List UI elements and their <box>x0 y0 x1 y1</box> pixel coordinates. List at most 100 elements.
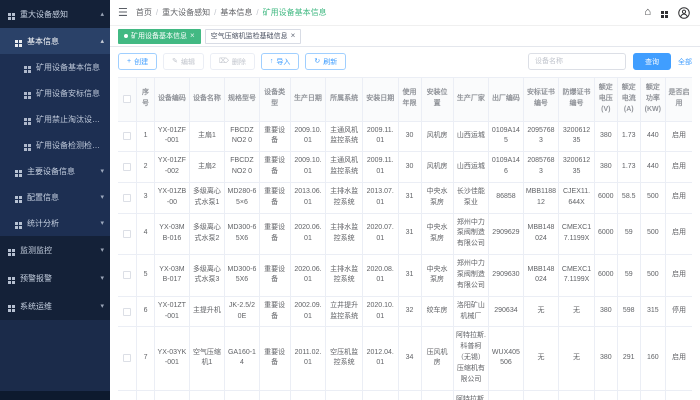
create-button[interactable]: +创建 <box>118 53 157 70</box>
row-checkbox[interactable] <box>123 308 131 316</box>
table-cell: 启用 <box>665 390 692 400</box>
device-table-wrap: 序号设备编码设备名称规格型号设备类型生产日期所属系统安装日期使用年限安装位置生产… <box>118 77 692 400</box>
tab-item[interactable]: 空气压缩机监检基础信息× <box>205 29 302 44</box>
table-cell: 59 <box>617 213 640 255</box>
edit-button[interactable]: ✎编辑 <box>163 53 204 70</box>
close-icon[interactable]: × <box>190 32 195 40</box>
hamburger-icon[interactable]: ☰ <box>118 6 128 19</box>
tab-active[interactable]: 矿用设备基本信息× <box>118 29 201 44</box>
table-cell: 重要设备 <box>259 296 290 327</box>
table-cell: 中央水泵房 <box>421 255 453 297</box>
table-cell: 2020.08.01 <box>362 255 398 297</box>
column-header: 生产厂家 <box>453 78 489 122</box>
table-cell: 阿特拉斯.科普柯（无锡）压缩机有限公司 <box>453 327 489 390</box>
row-checkbox[interactable] <box>123 271 131 279</box>
table-cell: 291 <box>617 390 640 400</box>
table-cell: YX-03MB-016 <box>155 213 189 255</box>
row-checkbox[interactable] <box>123 194 131 202</box>
sidebar-collapse-bar[interactable] <box>0 391 110 400</box>
table-cell: 160 <box>640 327 665 390</box>
user-avatar-icon[interactable] <box>678 7 690 19</box>
table-row: 4YX-03MB-016多级离心式水泵2MD300-65X6重要设备2020.0… <box>118 213 692 255</box>
table-cell: YX-03YK-002 <box>155 390 189 400</box>
table-cell: 5 <box>136 255 154 297</box>
table-cell: MD280-65×6 <box>225 182 259 213</box>
breadcrumb-item[interactable]: 重大设备感知 <box>162 7 210 18</box>
chevron-up-icon: ▴ <box>97 37 104 45</box>
table-cell: 380 <box>594 390 617 400</box>
table-cell: 绞车房 <box>421 296 453 327</box>
table-cell: 空压机监控系统 <box>326 390 363 400</box>
sidebar-item[interactable]: 系统运维 ▾ <box>0 292 110 320</box>
table-cell: 重要设备 <box>259 390 290 400</box>
table-cell: 启用 <box>665 182 692 213</box>
plus-icon: + <box>127 58 131 65</box>
table-cell: 主通风机监控系统 <box>326 152 363 183</box>
import-icon: ↑ <box>270 58 274 65</box>
sidebar-item-label: 系统运维 <box>20 301 52 312</box>
table-cell: 31 <box>398 255 421 297</box>
tab-label: 空气压缩机监检基础信息 <box>211 31 288 41</box>
search-button[interactable]: 查询 <box>633 53 671 70</box>
import-button[interactable]: ↑导入 <box>261 53 300 70</box>
sidebar-item[interactable]: 矿用设备检测检验信息 <box>0 132 110 158</box>
table-cell: 启用 <box>665 327 692 390</box>
chevron-down-icon: ▾ <box>97 246 104 254</box>
table-row: 7YX-03YK-001空气压缩机1GA160-14重要设备2011.02.01… <box>118 327 692 390</box>
table-cell: 空压机监控系统 <box>326 327 363 390</box>
sidebar-item[interactable]: 重大设备感知▴ <box>0 0 110 28</box>
tab-dot-icon <box>124 34 128 38</box>
home-icon[interactable]: ⌂ <box>644 7 651 18</box>
sidebar-item[interactable]: 基本信息▴ <box>0 28 110 54</box>
breadcrumb-item[interactable]: 首页 <box>136 7 152 18</box>
sidebar-item[interactable]: 矿用设备安标信息 <box>0 80 110 106</box>
table-cell: MD300-65X6 <box>225 255 259 297</box>
show-all-link[interactable]: 全部 <box>678 57 692 67</box>
table-row: 6YX-01ZT-001主提升机JK-2.5/20E重要设备2002.09.01… <box>118 296 692 327</box>
sidebar-item[interactable]: 统计分析▾ <box>0 210 110 236</box>
row-checkbox[interactable] <box>123 230 131 238</box>
table-cell: GA160-14 <box>225 390 259 400</box>
sidebar-item[interactable]: 矿用设备基本信息 <box>0 54 110 80</box>
breadcrumb: 首页/重大设备感知/基本信息/矿用设备基本信息 <box>136 7 327 18</box>
select-all-checkbox[interactable] <box>123 95 131 103</box>
table-cell: 2011.02.01 <box>290 390 326 400</box>
table-cell: JK-2.5/20E <box>225 296 259 327</box>
content-panel: +创建 ✎编辑 ⌦删除 ↑导入 ↻刷新 查询 全部 序号设备编码设备名称规格型号设备类型… <box>110 47 700 400</box>
row-checkbox[interactable] <box>123 163 131 171</box>
menu-grid-icon <box>24 92 27 95</box>
table-cell: 中央水泵房 <box>421 213 453 255</box>
close-icon[interactable]: × <box>291 32 296 40</box>
sidebar-item[interactable]: 配置信息▾ <box>0 184 110 210</box>
table-cell: 6000 <box>594 182 617 213</box>
chevron-down-icon: ▾ <box>97 274 104 282</box>
delete-button[interactable]: ⌦删除 <box>210 53 255 70</box>
table-cell: 2009.11.01 <box>362 121 398 152</box>
refresh-button[interactable]: ↻刷新 <box>305 53 346 70</box>
sidebar-item-label: 配置信息 <box>27 192 59 203</box>
sidebar-item[interactable]: 矿用禁止淘汰设备信息 <box>0 106 110 132</box>
chevron-down-icon: ▾ <box>97 302 104 310</box>
table-cell: YX-01ZF-002 <box>155 152 189 183</box>
row-checkbox[interactable] <box>123 354 131 362</box>
row-select-cell <box>118 121 136 152</box>
table-cell: 启用 <box>665 255 692 297</box>
search-input[interactable] <box>528 53 626 70</box>
column-header: 设备名称 <box>189 78 225 122</box>
sidebar-item[interactable]: 监测监控▾ <box>0 236 110 264</box>
breadcrumb-item[interactable]: 基本信息 <box>220 7 252 18</box>
sidebar-item[interactable]: 预警报警 ▾ <box>0 264 110 292</box>
table-cell: WUX405507 <box>489 390 523 400</box>
row-checkbox[interactable] <box>123 132 131 140</box>
table-cell: 空气压缩机2 <box>189 390 225 400</box>
sidebar-item-label: 预警报警 <box>20 273 52 284</box>
column-header: 安标证书编号 <box>523 78 559 122</box>
table-cell: YX-03MB-017 <box>155 255 189 297</box>
sidebar-item[interactable]: 主要设备信息▾ <box>0 158 110 184</box>
topbar: ☰ 首页/重大设备感知/基本信息/矿用设备基本信息 ⌂ <box>110 0 700 26</box>
refresh-icon: ↻ <box>314 58 320 65</box>
table-cell: 0109A146 <box>489 152 523 183</box>
table-row: 2YX-01ZF-002主扇2FBCDZ NO2 0重要设备2009.10.01… <box>118 152 692 183</box>
table-cell: 380 <box>594 327 617 390</box>
apps-grid-icon[interactable] <box>661 11 664 14</box>
